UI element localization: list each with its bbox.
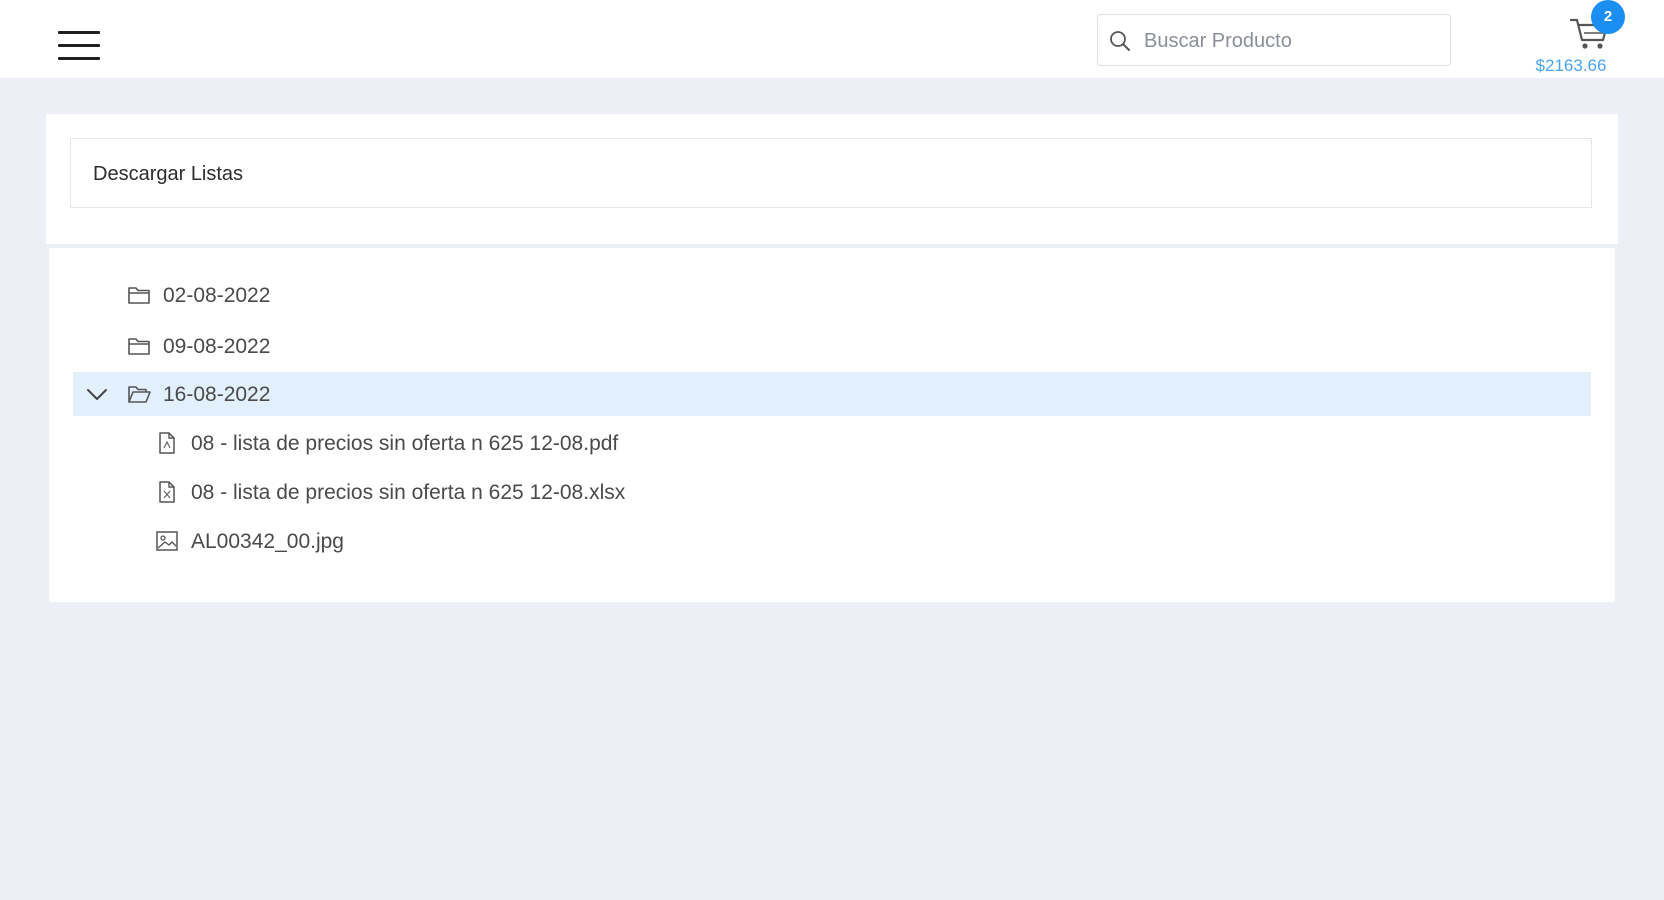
tree-node-label: 02-08-2022	[163, 284, 271, 307]
file-icon	[159, 432, 175, 454]
panel-title: Descargar Listas	[93, 163, 244, 185]
file-icon	[159, 481, 175, 503]
search-icon	[1110, 31, 1130, 51]
folder-icon	[128, 287, 150, 304]
panel-header: Descargar Listas	[70, 138, 1592, 208]
image-icon	[156, 531, 178, 551]
tree-folder-02-08-2022[interactable]: 02-08-2022	[73, 273, 1591, 317]
tree-node-label: 16-08-2022	[163, 383, 271, 406]
search-box	[1097, 14, 1451, 66]
hamburger-icon[interactable]	[56, 29, 102, 65]
tree-folder-16-08-2022[interactable]: 16-08-2022	[73, 372, 1591, 416]
tree-node-label: 08 - lista de precios sin oferta n 625 1…	[191, 432, 619, 455]
lists-panel: Descargar Listas	[46, 114, 1618, 244]
tree-node-label: 08 - lista de precios sin oferta n 625 1…	[191, 481, 626, 504]
tree-folder-09-08-2022[interactable]: 09-08-2022	[73, 324, 1591, 368]
cart-total[interactable]: $2163.66	[1506, 56, 1636, 76]
tree-node-label: AL00342_00.jpg	[191, 530, 344, 553]
folder-tree: 02-08-2022 09-08-2022 16-08-2022 08 - li…	[49, 248, 1615, 602]
tree-file-xlsx[interactable]: 08 - lista de precios sin oferta n 625 1…	[73, 470, 1591, 514]
search-input[interactable]	[1142, 23, 1442, 59]
tree-file-pdf[interactable]: 08 - lista de precios sin oferta n 625 1…	[73, 421, 1591, 465]
folder-icon	[128, 338, 150, 355]
tree-file-jpg[interactable]: AL00342_00.jpg	[73, 519, 1591, 563]
chevron-down-icon[interactable]	[85, 382, 109, 406]
cart-count-badge: 2	[1591, 0, 1625, 34]
folder-open-icon	[128, 386, 151, 403]
tree-node-label: 09-08-2022	[163, 335, 271, 358]
top-bar: 2 $2163.66	[0, 0, 1664, 78]
